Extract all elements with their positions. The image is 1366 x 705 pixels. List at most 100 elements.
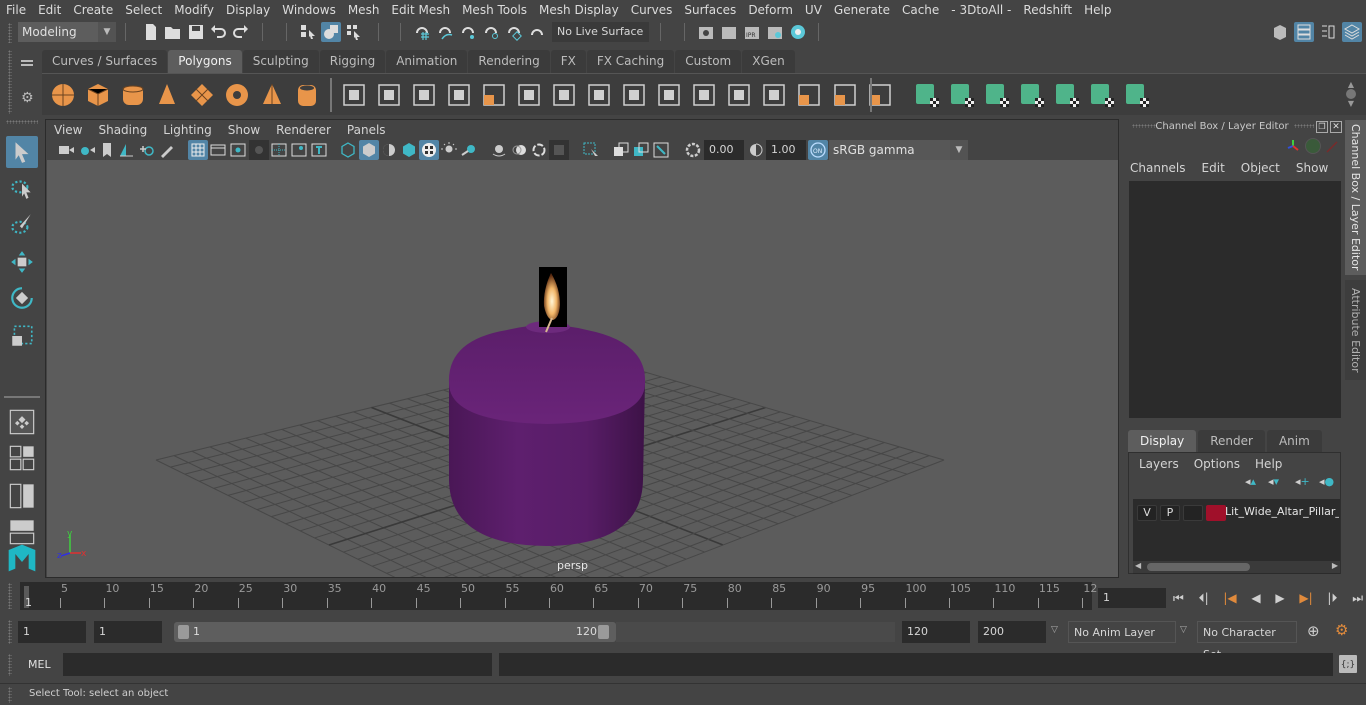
uv-spherical-icon[interactable]: [1052, 80, 1082, 110]
mirror-icon[interactable]: [409, 80, 439, 110]
render-frame-icon[interactable]: [719, 22, 739, 42]
auto-key-icon[interactable]: ⊕: [1307, 622, 1320, 640]
menu-help[interactable]: Help: [1078, 3, 1117, 17]
field-chart-icon[interactable]: [269, 140, 289, 160]
scroll-left-icon[interactable]: ◀: [1135, 561, 1141, 570]
new-scene-icon[interactable]: [141, 22, 161, 42]
poly-cylinder-icon[interactable]: [118, 80, 148, 110]
gamma-field[interactable]: 1.00: [766, 140, 806, 160]
menu-curves[interactable]: Curves: [625, 3, 679, 17]
menu-edit[interactable]: Edit: [32, 3, 67, 17]
shelf-tab-fx[interactable]: FX: [550, 50, 586, 73]
menu-windows[interactable]: Windows: [276, 3, 342, 17]
shelf-drag-handle[interactable]: [8, 50, 12, 114]
menu-edit-mesh[interactable]: Edit Mesh: [385, 3, 456, 17]
new-layer-icon[interactable]: ◂+: [1295, 475, 1310, 488]
close-panel-icon[interactable]: ✕: [1330, 121, 1342, 133]
isolate-select-icon[interactable]: [581, 140, 601, 160]
textured-icon[interactable]: [419, 140, 439, 160]
layer-tab-render[interactable]: Render: [1198, 430, 1265, 452]
shelf-tab-curves-surfaces[interactable]: Curves / Surfaces: [42, 50, 168, 73]
panel-menu-view[interactable]: View: [46, 123, 90, 137]
shelf-settings-gear-icon[interactable]: ⚙: [21, 90, 34, 106]
scale-tool-icon[interactable]: [6, 320, 38, 352]
select-component-icon[interactable]: [344, 22, 364, 42]
smooth-shade-icon[interactable]: [359, 140, 379, 160]
render-view-icon[interactable]: [696, 22, 716, 42]
channel-box-menu-object[interactable]: Object: [1241, 161, 1280, 175]
play-backward-icon[interactable]: ◀: [1251, 591, 1260, 605]
offset-edge-icon[interactable]: [912, 80, 942, 110]
rotate-tool-icon[interactable]: [6, 282, 38, 314]
menu-uv[interactable]: UV: [799, 3, 828, 17]
snap-curve-icon[interactable]: [435, 22, 455, 42]
scroll-right-icon[interactable]: ▶: [1332, 561, 1338, 570]
shadows-icon[interactable]: [459, 140, 479, 160]
redo-icon[interactable]: [231, 22, 251, 42]
separate-icon[interactable]: [374, 80, 404, 110]
speed-toggle-icon[interactable]: [1305, 138, 1321, 154]
uv-planar-icon[interactable]: [982, 80, 1012, 110]
grid-toggle-icon[interactable]: [188, 140, 208, 160]
shelf-tab-animation[interactable]: Animation: [386, 50, 468, 73]
range-slider[interactable]: 1 120: [174, 622, 616, 642]
menu-mesh-tools[interactable]: Mesh Tools: [456, 3, 533, 17]
append-polygon-icon[interactable]: [724, 80, 754, 110]
side-tab-channel-box[interactable]: Channel Box / Layer Editor: [1345, 120, 1366, 275]
layer-menu-layers[interactable]: Layers: [1139, 457, 1179, 471]
bridge-icon[interactable]: [549, 80, 579, 110]
snap-grid-icon[interactable]: [412, 22, 432, 42]
panel-menu-lighting[interactable]: Lighting: [155, 123, 220, 137]
resolution-gate-icon[interactable]: [228, 140, 248, 160]
depth-of-field-icon[interactable]: [549, 140, 569, 160]
xray-icon[interactable]: [611, 140, 631, 160]
menu-file[interactable]: File: [0, 3, 32, 17]
camera-select-icon[interactable]: [56, 140, 76, 160]
save-scene-icon[interactable]: [186, 22, 206, 42]
2d-pan-zoom-icon[interactable]: [137, 140, 157, 160]
layer-menu-options[interactable]: Options: [1194, 457, 1240, 471]
shelf-tab-fx-caching[interactable]: FX Caching: [586, 50, 675, 73]
command-input[interactable]: [63, 653, 492, 676]
poly-plane-icon[interactable]: [187, 80, 217, 110]
uv-automatic-icon[interactable]: [1087, 80, 1117, 110]
poly-cone-icon[interactable]: [152, 80, 182, 110]
step-back-key-icon[interactable]: |◀: [1223, 591, 1236, 605]
channel-box-menu-edit[interactable]: Edit: [1202, 161, 1225, 175]
channel-list[interactable]: [1129, 181, 1341, 418]
grease-pencil-icon[interactable]: [157, 140, 177, 160]
current-frame-field[interactable]: 1: [1098, 588, 1166, 608]
extrude-icon[interactable]: [514, 80, 544, 110]
shelf-menu-icon[interactable]: [21, 58, 35, 68]
menu-deform[interactable]: Deform: [742, 3, 799, 17]
open-scene-icon[interactable]: [163, 22, 183, 42]
menu-mesh-display[interactable]: Mesh Display: [533, 3, 625, 17]
layer-playback-toggle[interactable]: P: [1160, 505, 1180, 521]
use-default-material-icon[interactable]: [379, 140, 399, 160]
menu-cache[interactable]: Cache: [896, 3, 945, 17]
paint-select-tool-icon[interactable]: [6, 208, 38, 240]
animation-preferences-icon[interactable]: ⚙: [1335, 621, 1348, 639]
motion-blur-icon[interactable]: [509, 140, 529, 160]
animation-end-field[interactable]: 200: [978, 621, 1046, 643]
character-set-dropdown[interactable]: No Character Set: [1197, 621, 1297, 661]
collapse-icon[interactable]: [947, 80, 977, 110]
shelf-tab-polygons[interactable]: Polygons: [168, 50, 242, 73]
xray-active-components-icon[interactable]: [631, 140, 651, 160]
layer-tab-anim[interactable]: Anim: [1266, 430, 1322, 452]
lasso-tool-icon[interactable]: [6, 172, 38, 204]
xray-joints-icon[interactable]: [651, 140, 671, 160]
select-hierarchy-icon[interactable]: [298, 22, 318, 42]
film-gate-icon[interactable]: [208, 140, 228, 160]
script-editor-icon[interactable]: {;}: [1339, 655, 1357, 673]
side-tab-attribute-editor[interactable]: Attribute Editor: [1345, 280, 1366, 380]
make-live-icon[interactable]: [527, 22, 547, 42]
shelf-tab-xgen[interactable]: XGen: [742, 50, 795, 73]
range-end-handle[interactable]: [598, 625, 609, 639]
channel-box-menu-show[interactable]: Show: [1296, 161, 1328, 175]
move-tool-icon[interactable]: [6, 246, 38, 278]
uv-cylindrical-icon[interactable]: [1017, 80, 1047, 110]
drag-handle[interactable]: [8, 23, 12, 43]
panel-menu-shading[interactable]: Shading: [90, 123, 155, 137]
select-object-icon[interactable]: [321, 22, 341, 42]
